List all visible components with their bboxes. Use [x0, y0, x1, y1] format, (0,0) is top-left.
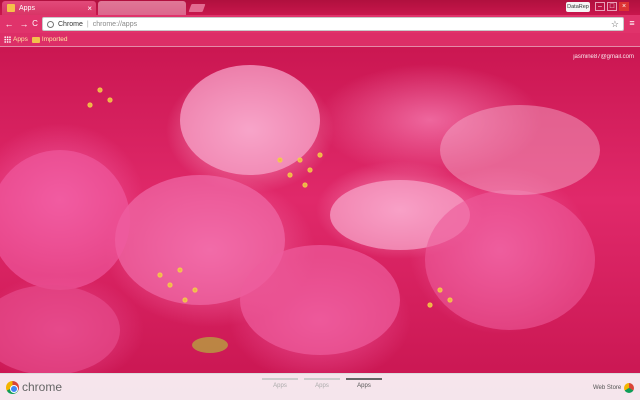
page-tab-3[interactable]: Apps	[346, 378, 382, 389]
minimize-button[interactable]: –	[595, 2, 605, 11]
apps-favicon-icon	[7, 4, 15, 12]
tab-background[interactable]	[98, 1, 186, 15]
maximize-button[interactable]: □	[607, 2, 617, 11]
page-info-icon[interactable]	[47, 20, 54, 28]
apps-bottom-bar: chrome Apps Apps Apps Web Store	[0, 373, 640, 400]
bookmarks-divider	[0, 46, 640, 47]
page-tab-indicator	[304, 378, 340, 380]
omnibox-url[interactable]: chrome://apps	[93, 21, 611, 28]
forward-arrow-icon[interactable]: →	[18, 18, 30, 30]
web-store-icon[interactable]	[624, 383, 634, 393]
reload-icon[interactable]: C	[30, 18, 40, 28]
bookmark-star-icon[interactable]: ☆	[611, 19, 619, 30]
page-tab-indicator	[262, 378, 298, 380]
tab-strip: Apps × DataRep – □ ×	[0, 0, 640, 15]
wallpaper-background	[0, 0, 640, 400]
bookmarks-bar: Apps Imported	[0, 33, 640, 46]
tab-close-icon[interactable]: ×	[87, 4, 92, 13]
flower-illustration	[0, 65, 600, 375]
web-store-link[interactable]: Web Store	[593, 385, 621, 391]
bookmark-apps[interactable]: Apps	[4, 36, 28, 43]
chrome-menu-icon[interactable]: ≡	[628, 19, 636, 28]
page-switcher: Apps Apps Apps	[262, 378, 382, 389]
chrome-brand-text: chrome	[22, 380, 63, 394]
profile-button[interactable]: DataRep	[566, 2, 590, 12]
chrome-logo-icon	[6, 381, 19, 394]
apps-grid-icon	[4, 36, 11, 43]
back-arrow-icon[interactable]: ←	[3, 18, 15, 30]
page-tab-1[interactable]: Apps	[262, 378, 298, 389]
page-tab-label: Apps	[315, 383, 329, 389]
toolbar: ← → Chrome | chrome://apps ☆ ≡	[0, 15, 640, 33]
omnibox-separator: |	[86, 20, 89, 28]
page-tab-2[interactable]: Apps	[304, 378, 340, 389]
page-tab-label: Apps	[273, 383, 287, 389]
folder-icon	[31, 36, 40, 43]
new-tab-button[interactable]	[188, 4, 206, 12]
close-window-button[interactable]: ×	[619, 2, 629, 11]
omnibox-origin: Chrome	[58, 20, 83, 28]
page-tab-indicator	[346, 378, 382, 380]
omnibox[interactable]: Chrome | chrome://apps ☆	[42, 17, 624, 31]
account-email[interactable]: jasmine87@gmail.com	[573, 54, 634, 60]
tab-title: Apps	[19, 4, 35, 12]
tab-apps[interactable]: Apps ×	[2, 1, 96, 15]
bookmark-imported[interactable]: Imported	[31, 36, 68, 43]
bookmark-label: Imported	[41, 36, 68, 43]
page-tab-label: Apps	[357, 383, 371, 389]
bookmark-label: Apps	[13, 36, 28, 43]
